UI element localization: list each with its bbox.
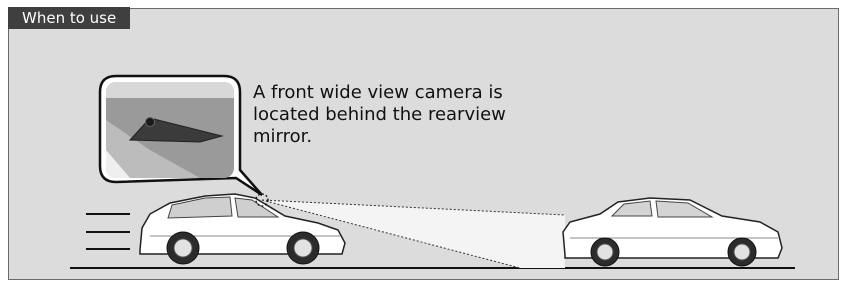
camera-location-caption: A front wide view camera is located behi…: [253, 82, 506, 147]
camera-icon: [145, 117, 155, 127]
section-tab-when-to-use: When to use: [8, 7, 131, 29]
vehicle-ahead-sedan: [562, 197, 783, 267]
magnified-view-callout: [98, 74, 263, 197]
motion-lines: [86, 213, 130, 250]
